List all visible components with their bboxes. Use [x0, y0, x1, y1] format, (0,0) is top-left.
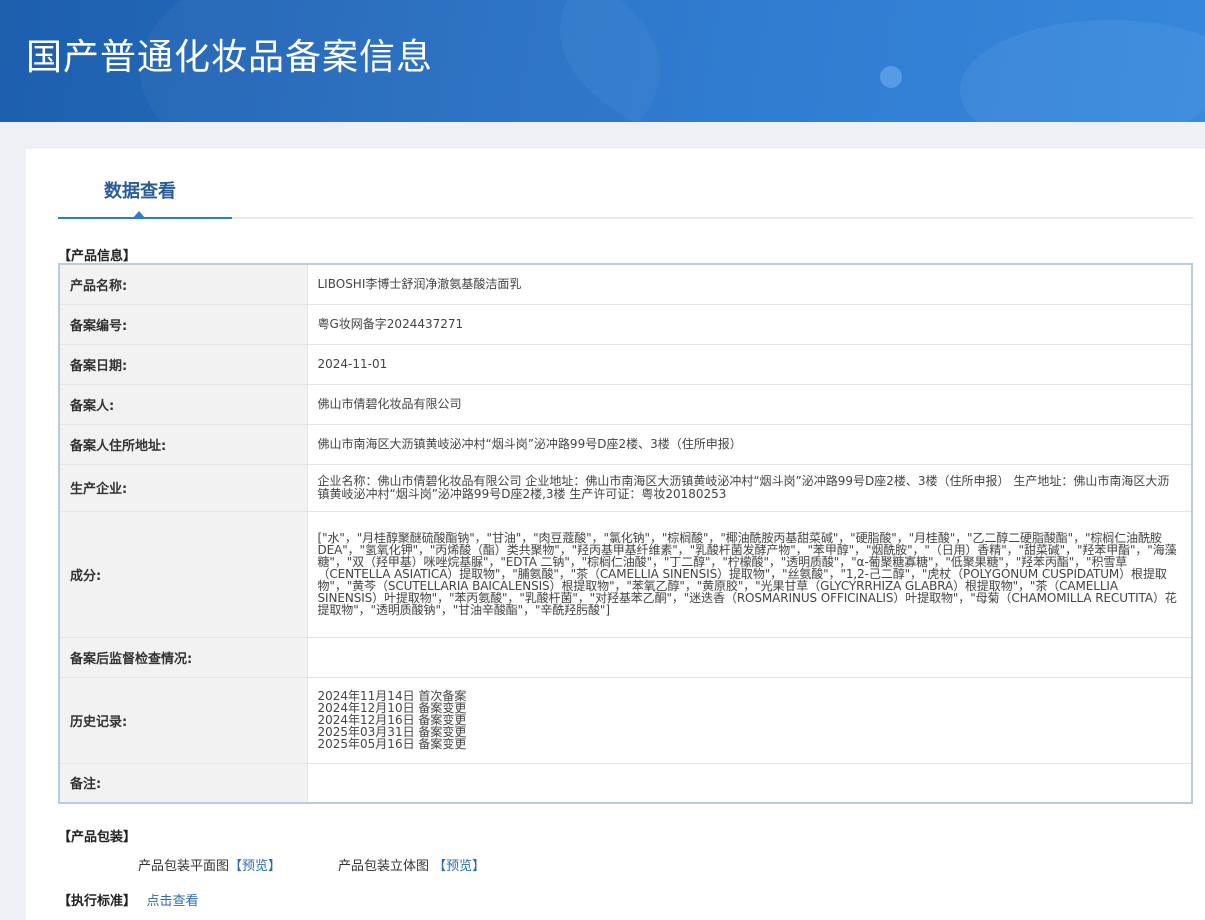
row-key: 备案日期:: [58, 343, 308, 385]
table-row: 备案日期: 2024-11-01: [58, 343, 1193, 385]
row-value: [306, 636, 1193, 678]
product-info-table: 产品名称: LIBOSHI李博士舒润净澈氨基酸洁面乳 备案编号: 粤G妆网备字2…: [58, 263, 1193, 804]
tab-label: 数据查看: [104, 181, 176, 202]
table-row: 成分: ["水"，"月桂醇聚醚硫酸酯钠"，"甘油"，"肉豆蔻酸"，"氯化钠"，"…: [58, 510, 1193, 638]
table-row: 产品名称: LIBOSHI李博士舒润净澈氨基酸洁面乳: [58, 263, 1193, 305]
row-key: 备案人:: [58, 383, 308, 425]
row-value-cell: ["水"，"月桂醇聚醚硫酸酯钠"，"甘油"，"肉豆蔻酸"，"氯化钠"，"棕榈酸"…: [306, 510, 1193, 638]
row-value: 佛山市南海区大沥镇黄岐泌冲村“烟斗岗”泌冲路99号D座2楼、3楼（住所申报）: [306, 423, 1193, 465]
package-3d-preview-link[interactable]: 【预览】: [433, 859, 485, 874]
row-value: LIBOSHI李博士舒润净澈氨基酸洁面乳: [306, 263, 1193, 305]
table-row: 生产企业: 企业名称：佛山市倩碧化妆品有限公司 企业地址：佛山市南海区大沥镇黄岐…: [58, 463, 1193, 512]
tab-bar: 数据查看: [58, 149, 1193, 219]
package-flat-item: 产品包装平面图【预览】: [138, 855, 281, 874]
standard-view-link[interactable]: 点击查看: [147, 894, 199, 909]
banner-decoration: [880, 66, 902, 88]
tab-data-view[interactable]: 数据查看: [58, 149, 232, 219]
row-key: 成分:: [58, 510, 308, 638]
table-row: 备案编号: 粤G妆网备字2024437271: [58, 303, 1193, 345]
row-value: 粤G妆网备字2024437271: [306, 303, 1193, 345]
history-list: 2024年11月14日 首次备案 2024年12月10日 备案变更 2024年1…: [317, 689, 467, 751]
ingredients-list: ["水"，"月桂醇聚醚硫酸酯钠"，"甘油"，"肉豆蔻酸"，"氯化钠"，"棕榈酸"…: [317, 531, 1177, 617]
table-row: 备案人住所地址: 佛山市南海区大沥镇黄岐泌冲村“烟斗岗”泌冲路99号D座2楼、3…: [58, 423, 1193, 465]
tab-caret-icon: [133, 211, 145, 218]
row-value: 佛山市倩碧化妆品有限公司: [306, 383, 1193, 425]
package-flat-preview-link[interactable]: 【预览】: [229, 859, 281, 874]
table-row: 历史记录: 2024年11月14日 首次备案 2024年12月10日 备案变更 …: [58, 676, 1193, 764]
page-banner: 国产普通化妆品备案信息: [0, 0, 1205, 122]
row-key: 备案编号:: [58, 303, 308, 345]
table-row: 备案人: 佛山市倩碧化妆品有限公司: [58, 383, 1193, 425]
standard-heading: 【执行标准】 点击查看: [58, 890, 199, 909]
page-title: 国产普通化妆品备案信息: [26, 37, 434, 78]
product-info-heading: 【产品信息】: [58, 249, 137, 264]
content-card: 数据查看 【产品信息】 产品名称: LIBOSHI李博士舒润净澈氨基酸洁面乳 备…: [26, 149, 1205, 920]
row-key: 备案后监督检查情况:: [58, 636, 308, 678]
row-key: 历史记录:: [58, 676, 308, 764]
row-key: 备案人住所地址:: [58, 423, 308, 465]
table-row: 备案后监督检查情况:: [58, 636, 1193, 678]
row-key: 产品名称:: [58, 263, 308, 305]
row-value: 2024-11-01: [306, 343, 1193, 385]
standard-title: 【执行标准】: [58, 894, 137, 909]
row-value: [306, 762, 1193, 804]
package-3d-item: 产品包装立体图 【预览】: [338, 855, 485, 874]
packaging-heading: 【产品包装】: [58, 830, 137, 845]
package-3d-label: 产品包装立体图: [338, 859, 430, 874]
row-value-cell: 2024年11月14日 首次备案 2024年12月10日 备案变更 2024年1…: [306, 676, 1193, 764]
table-row: 备注:: [58, 762, 1193, 804]
row-value: 企业名称：佛山市倩碧化妆品有限公司 企业地址：佛山市南海区大沥镇黄岐泌冲村“烟斗…: [306, 463, 1193, 512]
row-key: 生产企业:: [58, 463, 308, 512]
row-key: 备注:: [58, 762, 308, 804]
package-flat-label: 产品包装平面图: [138, 859, 230, 874]
